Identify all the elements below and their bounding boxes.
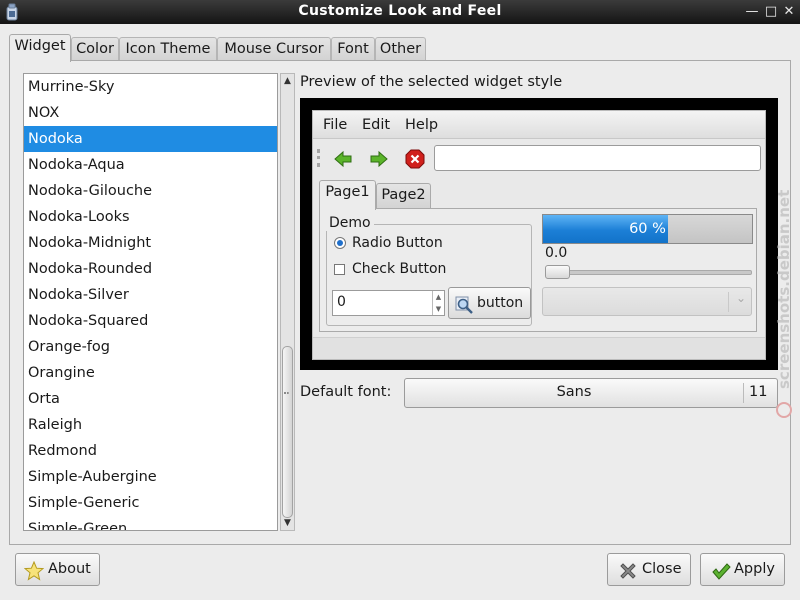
menu-help[interactable]: Help (405, 117, 438, 133)
spin-arrows[interactable]: ▲ ▼ (432, 291, 444, 315)
title-bar[interactable]: Customize Look and Feel — □ ✕ (0, 0, 800, 24)
font-name: Sans (556, 384, 592, 400)
radio-button[interactable] (334, 237, 346, 249)
scrollbar-thumb[interactable] (282, 346, 293, 518)
tab-icon-theme[interactable]: Icon Theme (119, 37, 217, 61)
list-item[interactable]: Nodoka-Rounded (24, 256, 277, 282)
list-item[interactable]: Nodoka-Looks (24, 204, 277, 230)
radio-label: Radio Button (352, 235, 443, 251)
tab-font[interactable]: Font (331, 37, 375, 61)
list-item[interactable]: Simple-Generic (24, 490, 277, 516)
about-button[interactable]: About (15, 553, 100, 586)
close-label: Close (642, 561, 682, 577)
close-icon (620, 563, 636, 579)
preview-button-label: button (477, 295, 524, 311)
magnifier-icon (455, 296, 473, 314)
list-item[interactable]: Murrine-Sky (24, 74, 277, 100)
font-separator (743, 383, 744, 403)
tab-widget[interactable]: Widget (9, 34, 71, 62)
watermark: screenshots.debian.net (775, 190, 793, 418)
check-button[interactable] (334, 264, 345, 275)
preview-menubar: File Edit Help (313, 111, 765, 139)
preview-label: Preview of the selected widget style (300, 74, 563, 90)
list-item[interactable]: Nodoka-Squared (24, 308, 277, 334)
scrollbar-grip (284, 392, 289, 402)
tab-label: Widget (14, 38, 66, 54)
list-item[interactable]: Nodoka-Aqua (24, 152, 277, 178)
preview-button[interactable]: button (448, 287, 531, 319)
toolbar-entry[interactable] (434, 145, 761, 171)
list-item[interactable]: Simple-Aubergine (24, 464, 277, 490)
stop-icon[interactable] (405, 149, 425, 169)
preview-toolbar (313, 140, 765, 176)
theme-list[interactable]: Murrine-Sky NOX Nodoka Nodoka-Aqua Nodoka-Gi… (23, 73, 278, 531)
maximize-icon[interactable]: □ (763, 4, 779, 20)
chevron-down-icon: ⌄ (735, 291, 746, 305)
progress-text: 60 % (629, 221, 666, 237)
list-item[interactable]: Orange-fog (24, 334, 277, 360)
apply-button[interactable]: Apply (700, 553, 785, 586)
menu-file[interactable]: File (323, 117, 347, 133)
preview-statusbar (313, 337, 765, 359)
list-item[interactable]: Nodoka-Silver (24, 282, 277, 308)
list-item[interactable]: Nodoka (24, 126, 277, 152)
toolbar-grip (317, 149, 320, 167)
tab-label: Icon Theme (125, 41, 211, 57)
tab-label: Page2 (381, 187, 426, 203)
list-item[interactable]: Orta (24, 386, 277, 412)
font-button[interactable]: Sans 11 (404, 378, 778, 408)
tab-label: Page1 (325, 184, 370, 200)
list-item[interactable]: Nodoka-Gilouche (24, 178, 277, 204)
tab-label: Color (76, 41, 114, 57)
demo-title: Demo (326, 215, 374, 231)
minimize-icon[interactable]: — (744, 4, 760, 20)
list-item[interactable]: Orangine (24, 360, 277, 386)
list-item[interactable]: NOX (24, 100, 277, 126)
scroll-up-icon[interactable]: ▲ (281, 74, 294, 88)
apply-label: Apply (734, 561, 775, 577)
tab-other[interactable]: Other (375, 37, 426, 61)
tab-mouse-cursor[interactable]: Mouse Cursor (217, 37, 331, 61)
theme-list-scrollbar[interactable]: ▲ ▼ (280, 73, 295, 531)
list-item[interactable]: Simple-Green (24, 516, 277, 530)
forward-arrow-icon[interactable] (369, 149, 389, 169)
window-title: Customize Look and Feel (298, 3, 502, 19)
combo-box[interactable]: ⌄ (542, 287, 752, 316)
progress-bar: 60 % (542, 214, 753, 244)
list-item[interactable]: Raleigh (24, 412, 277, 438)
check-label: Check Button (352, 261, 447, 277)
tab-page1[interactable]: Page1 (319, 180, 376, 210)
star-icon (24, 561, 44, 581)
default-font-label: Default font: (300, 384, 392, 400)
font-size: 11 (749, 384, 768, 400)
slider-thumb[interactable] (545, 265, 570, 279)
slider-value: 0.0 (545, 245, 568, 261)
preview-area: File Edit Help Page1 Page2 Demo Radio Bu… (312, 110, 766, 360)
tab-color[interactable]: Color (71, 37, 119, 61)
tab-page2[interactable]: Page2 (376, 183, 431, 209)
back-arrow-icon[interactable] (333, 149, 353, 169)
about-label: About (48, 561, 91, 577)
watermark-text: screenshots.debian.net (775, 190, 793, 389)
slider-track[interactable] (546, 270, 752, 275)
tab-label: Other (379, 41, 422, 57)
spin-value: 0 (337, 294, 346, 310)
spin-button[interactable]: 0 ▲ ▼ (332, 290, 445, 316)
list-item[interactable]: Nodoka-Midnight (24, 230, 277, 256)
tab-label: Font (337, 41, 369, 57)
checkmark-icon (712, 563, 731, 580)
tab-label: Mouse Cursor (224, 41, 324, 57)
scroll-down-icon[interactable]: ▼ (281, 516, 294, 530)
menu-edit[interactable]: Edit (362, 117, 390, 133)
close-button[interactable]: Close (607, 553, 691, 586)
combo-separator (728, 292, 729, 312)
close-window-icon[interactable]: ✕ (781, 4, 797, 20)
list-item[interactable]: Redmond (24, 438, 277, 464)
